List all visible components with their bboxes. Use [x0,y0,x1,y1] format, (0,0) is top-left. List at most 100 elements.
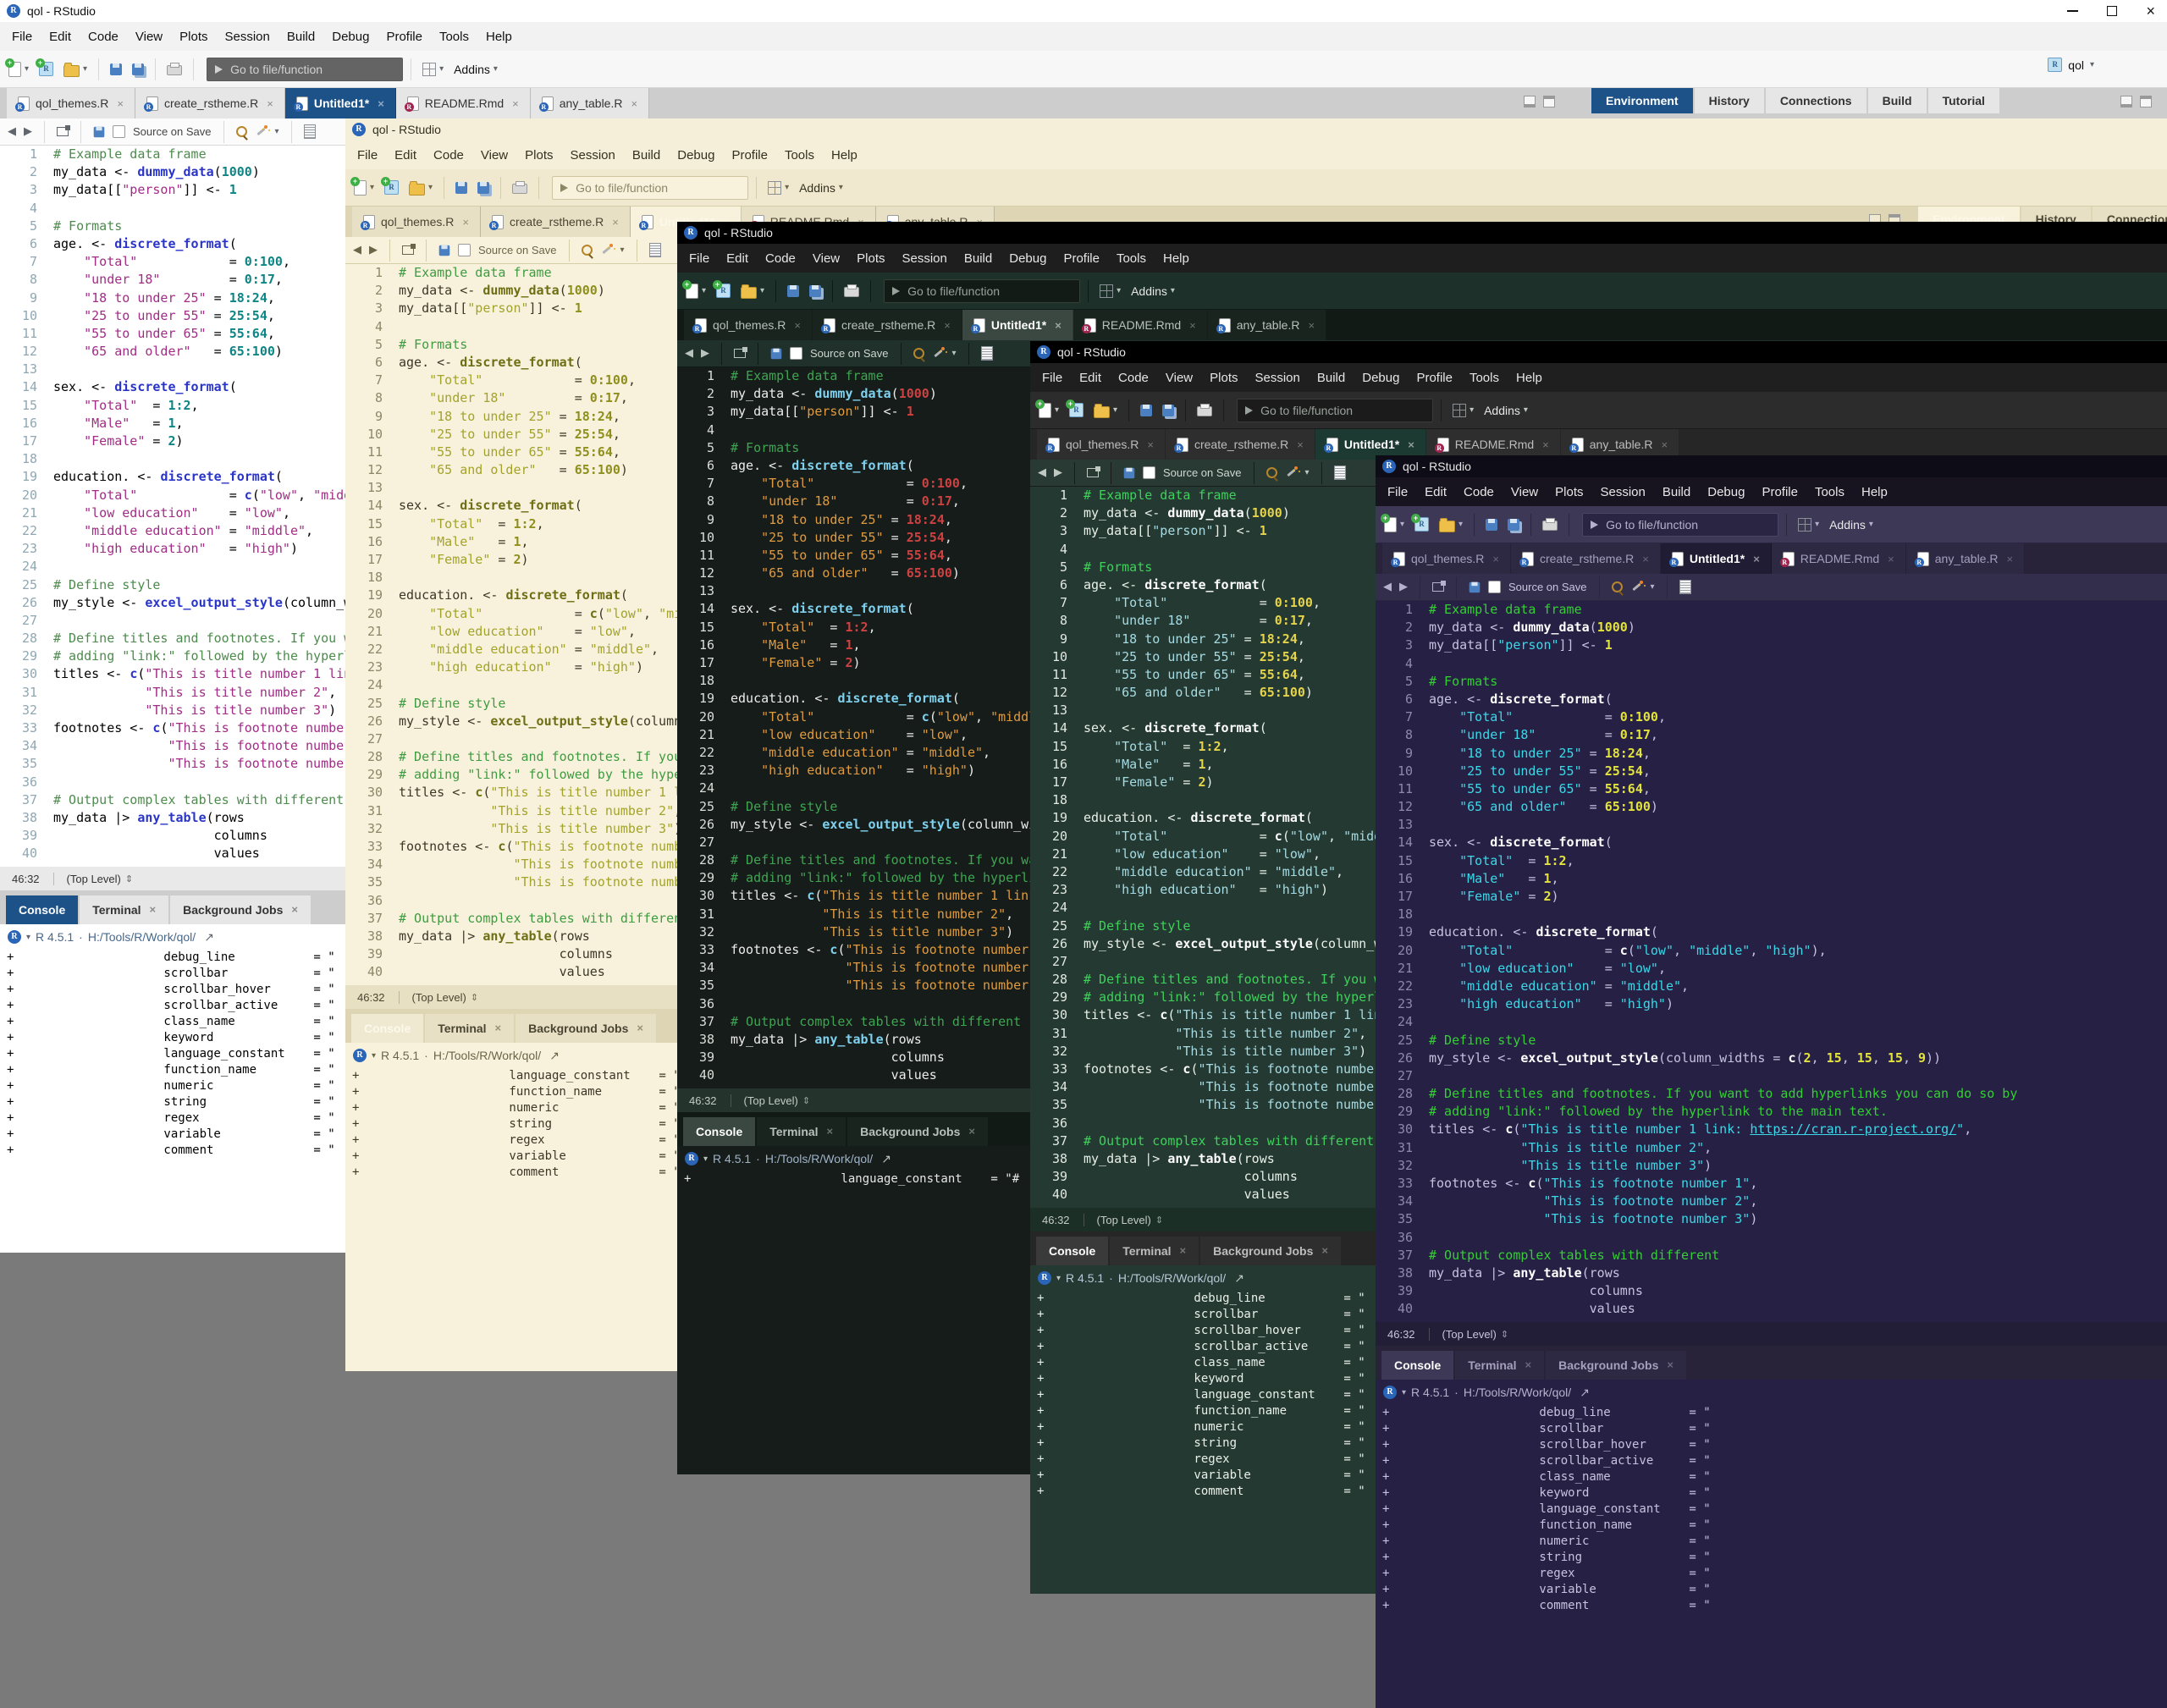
menu-view[interactable]: View [127,30,171,44]
project-menu[interactable]: qol▾ [2048,58,2094,72]
close-tab-icon[interactable]: × [1661,438,1668,451]
open-directory-icon[interactable]: ↗ [549,1049,560,1063]
search-icon[interactable] [1266,467,1277,478]
close-tab-icon[interactable]: × [1753,553,1760,565]
scope-selector[interactable]: (Top Level) ⇕ [399,991,479,1004]
print-button[interactable] [509,178,531,197]
save-all-button[interactable] [1159,401,1177,420]
code-tools-icon[interactable] [1285,466,1298,479]
close-tab-icon[interactable]: × [2006,553,2013,565]
menu-edit[interactable]: Edit [718,251,757,266]
pane-tab-tutorial[interactable]: Tutorial [1928,88,1999,113]
close-tab-icon[interactable]: × [1492,553,1499,565]
menu-help[interactable]: Help [1155,251,1198,266]
source-on-save-checkbox[interactable] [113,125,125,138]
menu-profile[interactable]: Profile [378,30,431,44]
menu-session[interactable]: Session [217,30,278,44]
minimize-window-icon[interactable] [2067,10,2078,12]
code-tools-icon[interactable] [255,125,267,138]
menu-session[interactable]: Session [1247,371,1309,385]
new-project-button[interactable] [1411,514,1432,535]
addins-menu[interactable]: Addins▾ [1128,281,1178,301]
new-project-button[interactable] [1066,399,1087,421]
tab-readme-rmd[interactable]: README.Rmd× [1073,310,1208,340]
menu-build[interactable]: Build [1309,371,1354,385]
pane-tab-build[interactable]: Build [1868,88,1927,113]
restore-window-icon[interactable] [2107,6,2117,16]
source-on-save-checkbox[interactable] [1488,581,1501,593]
compile-report-icon[interactable] [981,346,993,361]
menu-view[interactable]: View [1503,485,1547,499]
open-directory-icon[interactable]: ↗ [1234,1271,1244,1286]
open-new-window-icon[interactable] [57,127,69,136]
goto-file-function-box[interactable]: Go to file/function [884,279,1080,303]
pane-layout-button[interactable]: ▾ [419,59,447,80]
save-all-button[interactable] [129,60,147,79]
goto-file-function-box[interactable]: Go to file/function [552,176,748,200]
open-new-window-icon[interactable] [1087,468,1099,477]
console-tab-terminal[interactable]: Terminal× [757,1117,846,1146]
menu-tools[interactable]: Tools [1461,371,1508,385]
new-file-button[interactable]: ▾ [1381,514,1408,536]
pane-tab-connections[interactable]: Connections [1766,88,1866,113]
save-button[interactable] [1137,401,1155,420]
close-tab-icon[interactable]: × [462,216,469,229]
forward-icon[interactable]: ▶ [369,244,378,256]
compile-report-icon[interactable] [1334,466,1346,480]
addins-menu[interactable]: Addins▾ [1481,400,1531,421]
console-tab-background-jobs[interactable]: Background Jobs× [170,895,311,924]
console-tab-console[interactable]: Console [683,1117,755,1146]
console-tab-console[interactable]: Console [6,895,78,924]
menu-build[interactable]: Build [278,30,323,44]
menu-view[interactable]: View [472,148,516,163]
menu-tools[interactable]: Tools [1108,251,1155,266]
console-tab-terminal[interactable]: Terminal× [80,895,168,924]
source-on-save-checkbox[interactable] [1143,466,1155,479]
menu-code[interactable]: Code [425,148,472,163]
menu-view[interactable]: View [804,251,848,266]
save-all-button[interactable] [474,179,493,197]
new-file-button[interactable]: ▾ [1035,399,1062,421]
console-tab-console[interactable]: Console [351,1014,423,1043]
close-tab-icon[interactable]: × [827,1117,834,1146]
close-tab-icon[interactable]: × [1408,438,1414,451]
maximize-pane-icon[interactable] [2140,96,2152,107]
save-all-button[interactable] [1504,515,1523,534]
scope-selector[interactable]: (Top Level) ⇕ [1084,1214,1164,1226]
close-tab-icon[interactable]: × [968,1117,975,1146]
save-all-button[interactable] [806,282,824,300]
open-new-window-icon[interactable] [734,349,746,358]
pane-layout-button[interactable]: ▾ [1096,281,1124,301]
menu-build[interactable]: Build [624,148,669,163]
source-on-save-checkbox[interactable] [790,347,802,360]
close-tab-icon[interactable]: × [612,216,619,229]
scope-selector[interactable]: (Top Level) ⇕ [53,873,134,885]
tab-any-table-r[interactable]: any_table.R× [1906,543,2025,574]
code-tools-icon[interactable] [932,347,945,360]
close-tab-icon[interactable]: × [1525,1351,1532,1380]
save-button[interactable] [1482,515,1501,534]
menu-plots[interactable]: Plots [1201,371,1246,385]
menu-file[interactable]: File [3,30,41,44]
print-button[interactable] [163,59,185,79]
console-tab-background-jobs[interactable]: Background Jobs× [516,1014,656,1043]
open-file-button[interactable]: ▾ [405,177,436,199]
pane-layout-button[interactable]: ▾ [764,178,792,198]
new-file-button[interactable]: ▾ [350,177,378,199]
chevron-down-icon[interactable]: ▾ [1056,1274,1061,1283]
close-tab-icon[interactable]: × [512,97,519,110]
tab-create-rstheme-r[interactable]: create_rstheme.R× [1511,543,1661,574]
close-tab-icon[interactable]: × [637,1014,643,1043]
tab-create-rstheme-r[interactable]: create_rstheme.R× [1166,429,1315,460]
menu-file[interactable]: File [1034,371,1071,385]
open-directory-icon[interactable]: ↗ [1580,1386,1590,1400]
close-tab-icon[interactable]: × [1321,1237,1328,1265]
console-output[interactable]: + debug_line = "+ scrollbar = "+ scrollb… [1376,1405,2167,1708]
search-icon[interactable] [236,126,247,137]
close-tab-icon[interactable]: × [1189,319,1196,332]
console-tab-console[interactable]: Console [1036,1237,1108,1265]
scope-selector[interactable]: (Top Level) ⇕ [731,1094,811,1107]
maximize-pane-icon[interactable] [1543,96,1555,107]
tab-create-rstheme-r[interactable]: create_rstheme.R× [481,207,631,237]
close-tab-icon[interactable]: × [1297,438,1304,451]
